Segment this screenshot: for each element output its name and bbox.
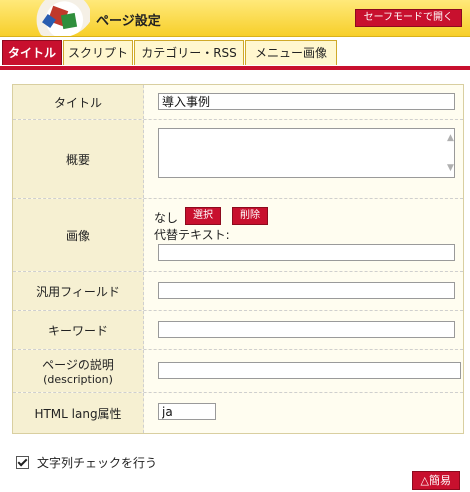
page-title: ページ設定 — [96, 14, 161, 29]
alt-text-label: 代替テキスト: — [154, 228, 230, 242]
title-label: タイトル — [13, 85, 144, 119]
general-field-row: 汎用フィールド — [13, 272, 463, 311]
keyword-row: キーワード — [13, 311, 463, 350]
lang-row: HTML lang属性 — [13, 393, 463, 433]
tab-script[interactable]: スクリプト — [63, 40, 133, 65]
description-label: ページの説明 — [42, 358, 114, 372]
image-row: 画像 なし 選択 削除 代替テキスト: — [13, 199, 463, 272]
string-check-row[interactable]: 文字列チェックを行う — [16, 454, 157, 471]
app-logo — [20, 0, 90, 36]
string-check-label: 文字列チェックを行う — [37, 456, 158, 470]
header-bar: ページ設定 セーフモードで開く — [0, 0, 470, 37]
title-row: タイトル — [13, 85, 463, 120]
string-check-checkbox[interactable] — [16, 456, 29, 469]
alt-text-input[interactable] — [158, 244, 455, 261]
image-label: 画像 — [13, 199, 144, 271]
description-sublabel: (description) — [43, 373, 113, 386]
image-none-text: なし — [154, 211, 179, 225]
image-select-button[interactable]: 選択 — [185, 207, 221, 225]
tab-bar: タイトル スクリプト カテゴリー・RSS メニュー画像 — [0, 40, 470, 66]
lang-label: HTML lang属性 — [13, 393, 144, 433]
summary-label: 概要 — [13, 120, 144, 198]
summary-row: 概要 ▲ ▼ — [13, 120, 463, 199]
tab-category-rss[interactable]: カテゴリー・RSS — [134, 40, 244, 65]
description-input[interactable] — [158, 362, 461, 379]
description-row: ページの説明 (description) — [13, 350, 463, 393]
general-field-input[interactable] — [158, 282, 455, 299]
page-settings-form: タイトル 概要 ▲ ▼ 画像 なし 選択 削除 代替テキスト: 汎用フィールド … — [12, 84, 464, 434]
tab-title[interactable]: タイトル — [2, 40, 62, 65]
general-field-label: 汎用フィールド — [13, 272, 144, 310]
tab-underline — [0, 66, 470, 70]
scroll-up-icon[interactable]: ▲ — [447, 134, 457, 143]
simple-mode-button[interactable]: △簡易 — [411, 471, 460, 490]
lang-input[interactable] — [158, 403, 216, 420]
keyword-label: キーワード — [13, 311, 144, 349]
scroll-down-icon[interactable]: ▼ — [447, 164, 457, 173]
safe-mode-button[interactable]: セーフモードで開く — [354, 9, 462, 27]
description-label-cell: ページの説明 (description) — [13, 350, 144, 392]
title-input[interactable] — [158, 93, 455, 110]
image-delete-button[interactable]: 削除 — [232, 207, 268, 225]
tab-menu-image[interactable]: メニュー画像 — [245, 40, 337, 65]
keyword-input[interactable] — [158, 321, 455, 338]
summary-textarea[interactable] — [158, 128, 455, 178]
